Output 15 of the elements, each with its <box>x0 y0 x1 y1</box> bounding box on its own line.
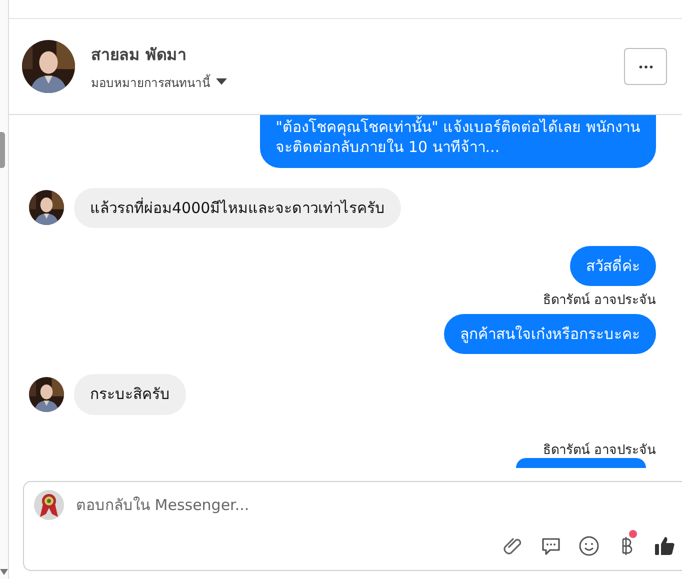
more-icon <box>638 64 652 68</box>
assign-conversation-button[interactable]: มอบหมายการสนทนานี้ <box>91 72 227 92</box>
sent-message: ลูกค้าสนใจเก๋งหรือกระบะคะ <box>444 314 656 354</box>
contact-name: สายลม พัดมา <box>91 44 188 66</box>
sender-name: ธิดารัตน์ อาจประจัน <box>542 292 656 310</box>
caret-icon <box>216 78 227 86</box>
received-message: กระบะสิครับ <box>74 374 186 414</box>
user-avatar-icon <box>34 490 64 520</box>
sent-message: สวัสดี่ค่ะ <box>570 246 656 286</box>
thumbs-up-icon[interactable] <box>653 534 677 558</box>
emoji-icon[interactable] <box>577 534 601 558</box>
reply-box[interactable]: ตอบกลับใน Messenger... <box>23 481 682 571</box>
sender-name: ธิดารัตน์ อาจประจัน <box>542 442 656 460</box>
received-message: แล้วรถที่ผ่อม4000มีไหมและจะดาวเท่าไรครับ <box>74 188 402 228</box>
sent-message: "ต้องโชคคุณโชคเท่านั้น" แจ้งเบอร์ติดต่อได้เลย พนักงาน จะติดต่อกลับภายใน 10 นาทีจ้าา... <box>260 115 656 168</box>
